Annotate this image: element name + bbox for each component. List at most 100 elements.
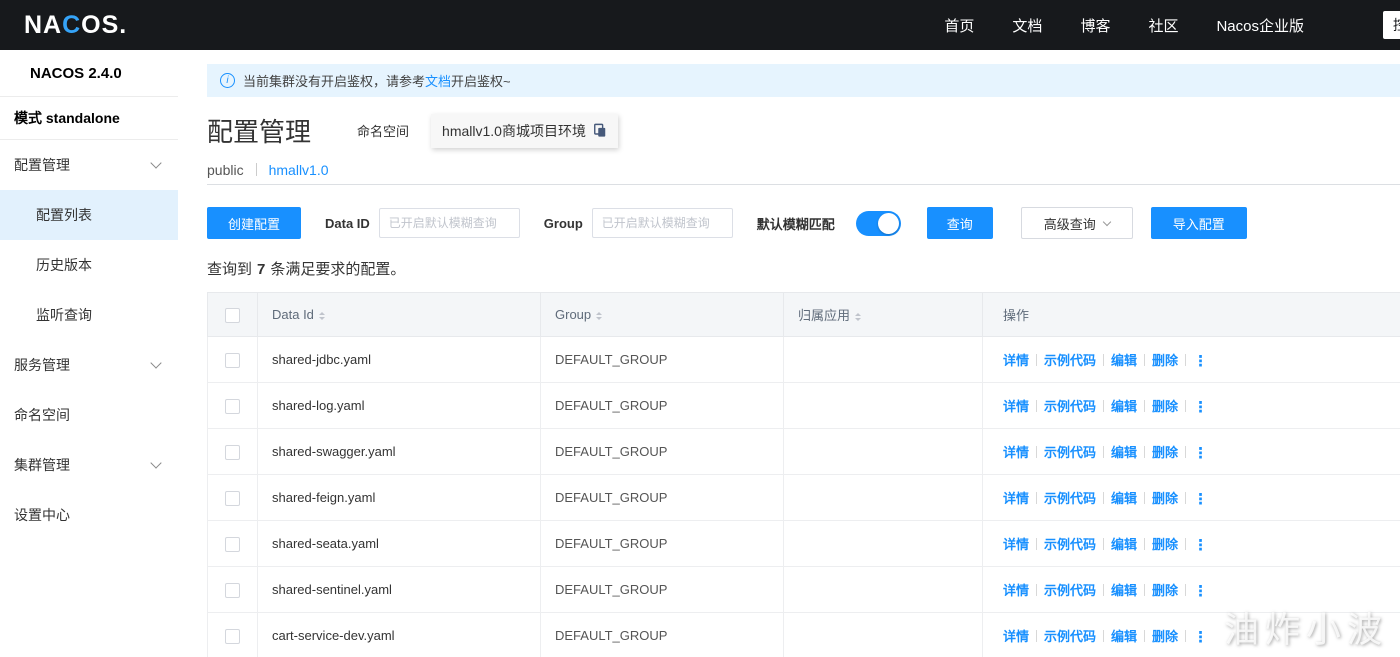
action-detail[interactable]: 详情 bbox=[1003, 445, 1029, 460]
sidebar-item-namespace[interactable]: 命名空间 bbox=[0, 390, 178, 440]
mode-value: standalone bbox=[45, 110, 120, 126]
action-edit[interactable]: 编辑 bbox=[1111, 583, 1137, 598]
nav-item-home[interactable]: 首页 bbox=[944, 15, 974, 36]
action-edit[interactable]: 编辑 bbox=[1111, 537, 1137, 552]
sidebar-item-label: 配置管理 bbox=[14, 157, 70, 173]
more-actions-icon[interactable]: ⋮ bbox=[1193, 537, 1208, 554]
sidebar-item-history-versions[interactable]: 历史版本 bbox=[0, 240, 178, 290]
namespace-tabs: public hmallv1.0 bbox=[207, 155, 1400, 185]
table-row: cart-service-dev.yaml DEFAULT_GROUP 详情 示例… bbox=[207, 612, 1400, 657]
action-detail[interactable]: 详情 bbox=[1003, 629, 1029, 644]
action-detail[interactable]: 详情 bbox=[1003, 491, 1029, 506]
column-label: 操作 bbox=[1003, 308, 1030, 323]
sidebar-item-config-list[interactable]: 配置列表 bbox=[0, 190, 178, 240]
action-sample-code[interactable]: 示例代码 bbox=[1044, 353, 1096, 368]
more-actions-icon[interactable]: ⋮ bbox=[1193, 583, 1208, 600]
more-actions-icon[interactable]: ⋮ bbox=[1193, 491, 1208, 508]
page-title: 配置管理 bbox=[207, 117, 312, 147]
sidebar-item-listener-query[interactable]: 监听查询 bbox=[0, 290, 178, 340]
action-delete[interactable]: 删除 bbox=[1152, 537, 1178, 552]
docs-link[interactable]: 文档 bbox=[425, 74, 451, 89]
table-row: shared-sentinel.yaml DEFAULT_GROUP 详情 示例代… bbox=[207, 566, 1400, 613]
action-sample-code[interactable]: 示例代码 bbox=[1044, 445, 1096, 460]
action-sample-code[interactable]: 示例代码 bbox=[1044, 491, 1096, 506]
info-icon: i bbox=[220, 73, 235, 88]
row-checkbox[interactable] bbox=[225, 490, 240, 506]
cell-app bbox=[783, 382, 983, 429]
nav-item-enterprise[interactable]: Nacos企业版 bbox=[1216, 15, 1304, 36]
namespace-chip: hmallv1.0商城项目环境 bbox=[431, 113, 618, 148]
nav-item-community[interactable]: 社区 bbox=[1148, 15, 1178, 36]
logo-accent: C bbox=[62, 10, 82, 39]
row-checkbox[interactable] bbox=[225, 444, 240, 460]
cell-group: DEFAULT_GROUP bbox=[540, 336, 784, 383]
action-edit[interactable]: 编辑 bbox=[1111, 353, 1137, 368]
fuzzy-match-toggle[interactable] bbox=[855, 210, 901, 236]
nacos-logo[interactable]: NA C OS. bbox=[24, 11, 127, 40]
sort-icon[interactable] bbox=[596, 311, 603, 320]
result-prefix: 查询到 bbox=[207, 261, 253, 278]
action-edit[interactable]: 编辑 bbox=[1111, 399, 1137, 414]
import-config-button[interactable]: 导入配置 bbox=[1150, 207, 1247, 239]
more-actions-icon[interactable]: ⋮ bbox=[1193, 353, 1208, 370]
action-delete[interactable]: 删除 bbox=[1152, 629, 1178, 644]
action-detail[interactable]: 详情 bbox=[1003, 353, 1029, 368]
more-actions-icon[interactable]: ⋮ bbox=[1193, 399, 1208, 416]
action-delete[interactable]: 删除 bbox=[1152, 445, 1178, 460]
action-edit[interactable]: 编辑 bbox=[1111, 629, 1137, 644]
action-detail[interactable]: 详情 bbox=[1003, 537, 1029, 552]
group-input[interactable] bbox=[591, 208, 733, 238]
cell-group: DEFAULT_GROUP bbox=[540, 382, 784, 429]
row-checkbox[interactable] bbox=[225, 352, 240, 368]
create-config-button[interactable]: 创建配置 bbox=[207, 207, 301, 239]
tab-hmallv1[interactable]: hmallv1.0 bbox=[269, 162, 329, 178]
action-detail[interactable]: 详情 bbox=[1003, 583, 1029, 598]
action-sample-code[interactable]: 示例代码 bbox=[1044, 629, 1096, 644]
sidebar-item-label: 服务管理 bbox=[14, 357, 70, 373]
action-detail[interactable]: 详情 bbox=[1003, 399, 1029, 414]
row-checkbox[interactable] bbox=[225, 582, 240, 598]
nav-item-blog[interactable]: 博客 bbox=[1080, 15, 1110, 36]
search-toolbar: 创建配置 Data ID Group 默认模糊匹配 查询 高级查询 导入配置 bbox=[207, 207, 1400, 239]
table-header-row: Data Id Group 归属应用 操作 bbox=[207, 292, 1400, 337]
row-checkbox[interactable] bbox=[225, 536, 240, 552]
select-all-checkbox[interactable] bbox=[225, 307, 240, 323]
table-row: shared-feign.yaml DEFAULT_GROUP 详情 示例代码 编辑… bbox=[207, 474, 1400, 521]
console-button[interactable]: 控制台 bbox=[1383, 11, 1400, 39]
sidebar-item-label: 监听查询 bbox=[36, 307, 92, 323]
column-header-actions: 操作 bbox=[982, 292, 1400, 337]
nav-item-docs[interactable]: 文档 bbox=[1012, 15, 1042, 36]
sort-icon[interactable] bbox=[855, 312, 862, 321]
action-sample-code[interactable]: 示例代码 bbox=[1044, 583, 1096, 598]
more-actions-icon[interactable]: ⋮ bbox=[1193, 445, 1208, 462]
more-actions-icon[interactable]: ⋮ bbox=[1193, 629, 1208, 646]
cell-data-id: cart-service-dev.yaml bbox=[257, 612, 541, 657]
action-sample-code[interactable]: 示例代码 bbox=[1044, 537, 1096, 552]
sidebar-item-cluster-management[interactable]: 集群管理 bbox=[0, 440, 178, 490]
row-checkbox[interactable] bbox=[225, 628, 240, 644]
tab-public[interactable]: public bbox=[207, 162, 244, 178]
action-delete[interactable]: 删除 bbox=[1152, 583, 1178, 598]
sort-icon[interactable] bbox=[318, 311, 325, 320]
sidebar-item-service-management[interactable]: 服务管理 bbox=[0, 340, 178, 390]
action-delete[interactable]: 删除 bbox=[1152, 353, 1178, 368]
action-edit[interactable]: 编辑 bbox=[1111, 445, 1137, 460]
cell-group: DEFAULT_GROUP bbox=[540, 612, 784, 657]
row-checkbox[interactable] bbox=[225, 398, 240, 414]
action-edit[interactable]: 编辑 bbox=[1111, 491, 1137, 506]
action-sample-code[interactable]: 示例代码 bbox=[1044, 399, 1096, 414]
sidebar-item-config-management[interactable]: 配置管理 bbox=[0, 140, 178, 190]
query-button[interactable]: 查询 bbox=[926, 207, 993, 239]
advanced-query-button[interactable]: 高级查询 bbox=[1020, 207, 1133, 239]
data-id-label: Data ID bbox=[325, 215, 370, 231]
topbar: NACOS. 首页 文档 博客 社区 Nacos企业版 控制台 bbox=[0, 0, 1400, 50]
cell-data-id: shared-sentinel.yaml bbox=[257, 566, 541, 613]
action-delete[interactable]: 删除 bbox=[1152, 399, 1178, 414]
logo-text: NA bbox=[24, 10, 63, 39]
sidebar-item-settings-center[interactable]: 设置中心 bbox=[0, 490, 178, 540]
data-id-input[interactable] bbox=[378, 208, 520, 238]
cell-app bbox=[783, 428, 983, 475]
sidebar-item-label: 配置列表 bbox=[36, 207, 92, 223]
action-delete[interactable]: 删除 bbox=[1152, 491, 1178, 506]
copy-icon[interactable] bbox=[593, 123, 607, 138]
